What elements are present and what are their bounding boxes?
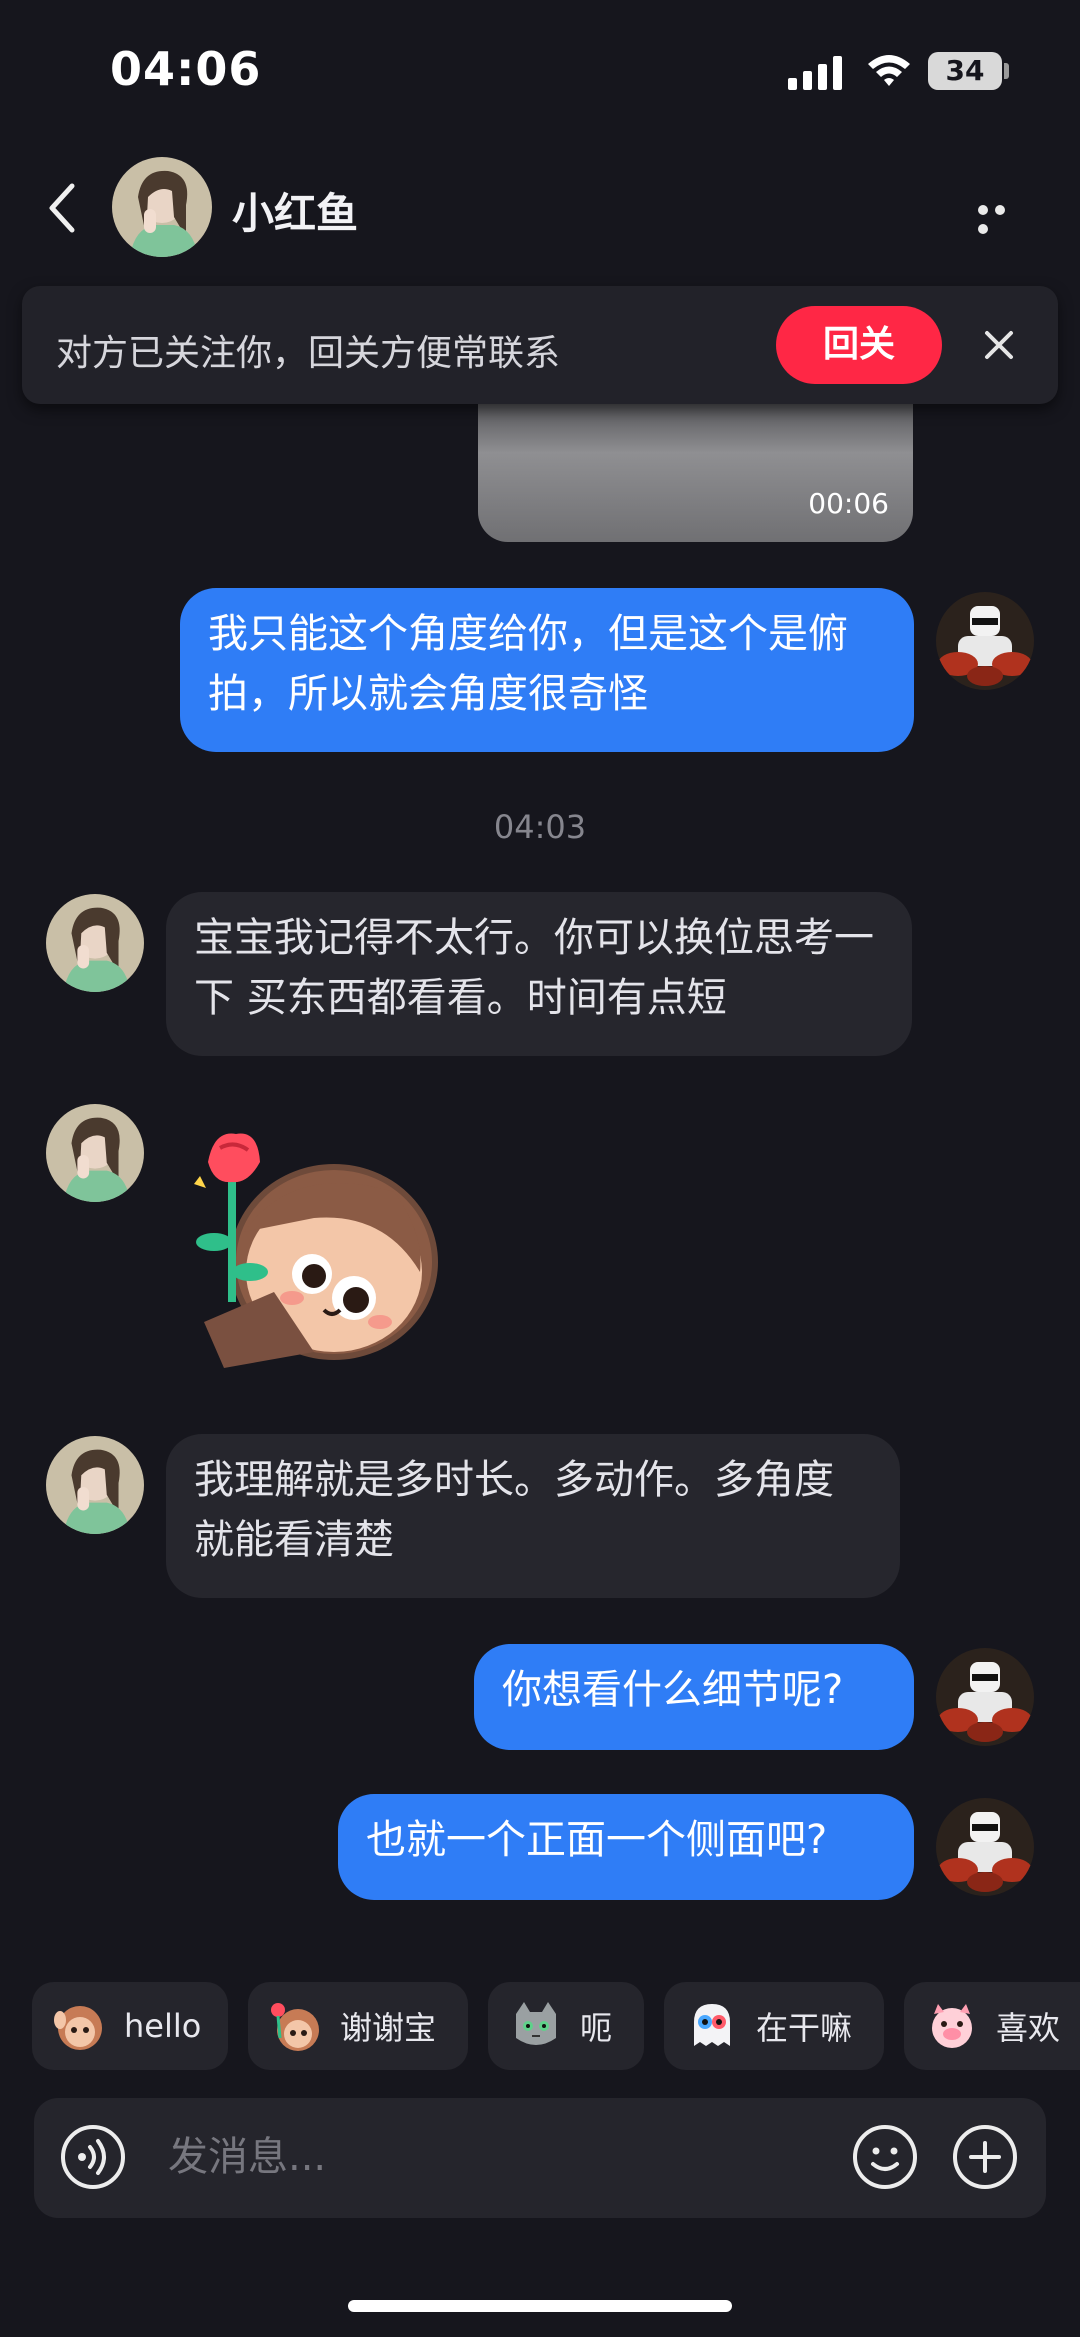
message-bubble-outgoing[interactable]: 我只能这个角度给你，但是这个是俯拍，所以就会角度很奇怪 — [180, 588, 914, 752]
back-icon[interactable] — [44, 180, 78, 236]
quick-reply-uh[interactable]: 呃 — [488, 1982, 644, 2070]
quick-reply-label: 喜欢 — [996, 2009, 1061, 2047]
battery-level: 34 — [945, 54, 985, 87]
close-icon[interactable] — [980, 326, 1018, 364]
video-message[interactable]: 00:06 — [478, 380, 913, 542]
message-bubble-outgoing[interactable]: 你想看什么细节呢? — [474, 1644, 914, 1750]
status-time: 04:06 — [110, 42, 262, 96]
message-input[interactable] — [168, 2124, 848, 2190]
quick-reply-hello[interactable]: hello — [32, 1982, 228, 2070]
more-options-icon[interactable] — [978, 200, 1026, 234]
video-duration: 00:06 — [808, 487, 889, 520]
quick-reply-thanks[interactable]: 谢谢宝 — [248, 1982, 468, 2070]
pig-icon — [932, 2004, 972, 2048]
quick-reply-label: 在干嘛 — [756, 2009, 853, 2047]
quick-reply-whatcha-doing[interactable]: 在干嘛 — [664, 1982, 884, 2070]
signal-icon — [788, 56, 842, 90]
monkey-flower-icon — [271, 2003, 319, 2051]
flower-sticker[interactable] — [184, 1122, 444, 1372]
follow-banner: 对方已关注你，回关方便常联系 回关 — [22, 286, 1058, 404]
voice-icon[interactable] — [60, 2124, 126, 2190]
quick-reply-label: 呃 — [580, 2009, 613, 2047]
follow-banner-text: 对方已关注你，回关方便常联系 — [56, 333, 561, 374]
contact-avatar-small[interactable] — [46, 894, 144, 992]
contact-avatar-small[interactable] — [46, 1436, 144, 1534]
cat-icon — [516, 2002, 556, 2045]
quick-reply-like[interactable]: 喜欢 — [904, 1982, 1080, 2070]
my-avatar[interactable] — [936, 1798, 1034, 1896]
contact-avatar-small[interactable] — [46, 1104, 144, 1202]
battery-cap — [1004, 63, 1009, 79]
message-bubble-incoming[interactable]: 宝宝我记得不太行。你可以换位思考一下 买东西都看看。时间有点短 — [166, 892, 912, 1056]
plus-icon[interactable] — [952, 2124, 1018, 2190]
message-bubble-incoming[interactable]: 我理解就是多时长。多动作。多角度就能看清楚 — [166, 1434, 900, 1598]
quick-reply-label: hello — [124, 2007, 202, 2045]
quick-reply-label: 谢谢宝 — [340, 2009, 437, 2047]
emoji-icon[interactable] — [852, 2124, 918, 2190]
message-bubble-outgoing[interactable]: 也就一个正面一个侧面吧? — [338, 1794, 914, 1900]
home-indicator[interactable] — [348, 2300, 732, 2312]
my-avatar[interactable] — [936, 1648, 1034, 1746]
ghost-icon — [694, 2004, 730, 2046]
message-composer — [34, 2098, 1046, 2218]
my-avatar[interactable] — [936, 592, 1034, 690]
contact-name[interactable]: 小红鱼 — [232, 180, 358, 241]
wifi-icon — [868, 55, 910, 86]
follow-back-button[interactable]: 回关 — [776, 306, 942, 384]
monkey-wave-icon — [54, 2006, 102, 2050]
battery-icon: 34 — [928, 52, 1002, 90]
contact-avatar[interactable] — [112, 157, 212, 257]
timestamp: 04:03 — [493, 808, 587, 846]
